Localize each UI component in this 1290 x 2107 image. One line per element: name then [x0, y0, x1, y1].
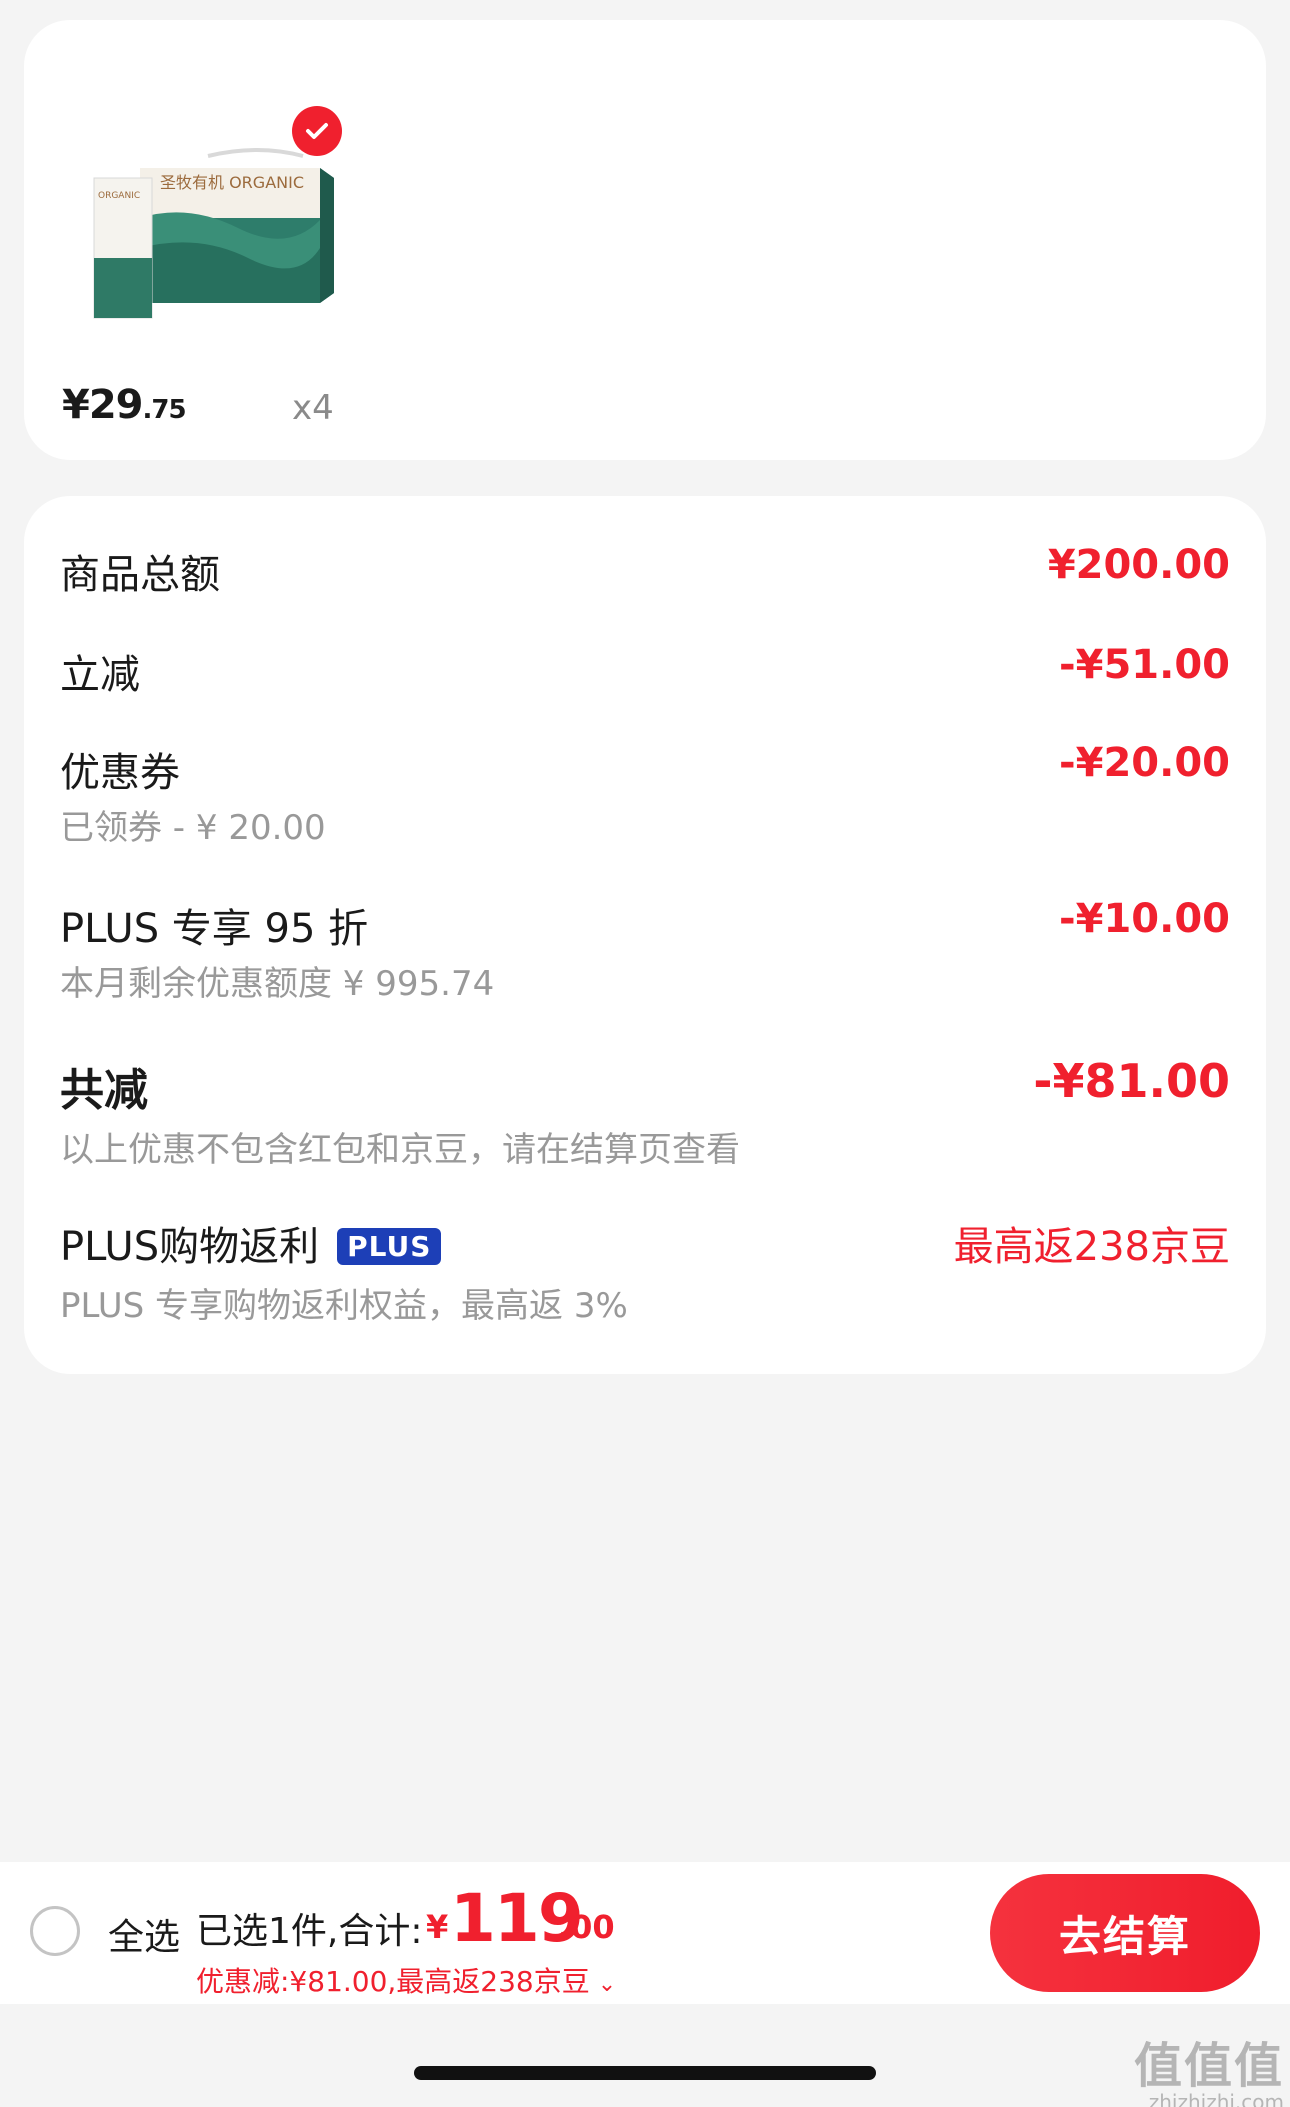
total-reduction-row: 共减 以上优惠不包含红包和京豆，请在结算页查看 -¥81.00: [60, 1054, 1230, 1174]
chevron-down-icon[interactable]: ⌄: [598, 1972, 616, 1997]
selected-summary: 已选1件,合计:: [196, 1911, 423, 1952]
total-reduction-sub: 以上优惠不包含红包和京豆，请在结算页查看: [60, 1130, 740, 1170]
watermark-site: zhizhizhi.com: [1148, 2090, 1284, 2107]
coupon-label: 优惠券: [60, 750, 180, 796]
instant-reduction-amount: -¥51.00: [1059, 642, 1230, 688]
plus-discount-sub: 本月剩余优惠额度 ¥ 995.74: [60, 964, 495, 1004]
plus-rebate-label: PLUS购物返利 PLUS: [60, 1214, 442, 1272]
product-card[interactable]: 圣牧有机 ORGANIC ORGANIC ¥29.75 x4: [24, 20, 1266, 460]
svg-text:圣牧有机 ORGANIC: 圣牧有机 ORGANIC: [160, 173, 304, 192]
total-reduction-label: 共减: [60, 1065, 148, 1116]
plus-rebate-row[interactable]: PLUS购物返利 PLUS PLUS 专享购物返利权益，最高返 3% 最高返238…: [60, 1214, 1230, 1326]
watermark-logo: 值值值: [1133, 2038, 1284, 2094]
total-currency: ¥: [426, 1908, 449, 1946]
product-check-icon[interactable]: [292, 106, 342, 156]
total-reduction-amount: -¥81.00: [1033, 1054, 1230, 1108]
select-all-radio[interactable]: [30, 1906, 80, 1956]
plus-discount-label: PLUS 专享 95 折: [60, 906, 369, 952]
goods-total-label: 商品总额: [60, 552, 220, 598]
product-price: ¥29.75: [62, 382, 187, 428]
checkout-bar: 全选 已选1件,合计: ¥ 119 .00 优惠减:¥81.00,最高返238京…: [0, 1862, 1290, 2004]
coupon-amount: -¥20.00: [1059, 740, 1230, 786]
discount-detail-toggle[interactable]: 优惠减:¥81.00,最高返238京豆 ⌄: [196, 1960, 616, 2000]
price-main: ¥29: [62, 382, 143, 428]
product-image[interactable]: 圣牧有机 ORGANIC ORGANIC: [88, 148, 348, 320]
price-cents: .75: [142, 395, 187, 425]
plus-rebate-amount: 最高返238京豆: [953, 1224, 1230, 1270]
price-summary-card: 商品总额 ¥200.00 立减 -¥51.00 优惠券 已领券 - ¥ 20.0…: [24, 496, 1266, 1374]
coupon-row[interactable]: 优惠券 已领券 - ¥ 20.00 -¥20.00: [60, 740, 1230, 850]
cart-page: 圣牧有机 ORGANIC ORGANIC ¥29.75 x4 商品总额 ¥200…: [0, 0, 1290, 2107]
product-quantity[interactable]: x4: [292, 388, 334, 428]
watermark: 值值值 zhizhizhi.com: [1134, 2026, 1284, 2107]
instant-reduction-row: 立减 -¥51.00: [60, 642, 1230, 702]
plus-discount-amount: -¥10.00: [1059, 896, 1230, 942]
coupon-sub: 已领券 - ¥ 20.00: [60, 808, 326, 848]
select-all-label[interactable]: 全选: [108, 1908, 180, 1960]
checkout-button[interactable]: 去结算: [990, 1874, 1260, 1992]
plus-badge: PLUS: [337, 1228, 442, 1265]
goods-total-amount: ¥200.00: [1047, 542, 1230, 588]
total-decimal: .00: [558, 1908, 615, 1946]
plus-rebate-title: PLUS购物返利: [60, 1224, 320, 1270]
goods-total-row: 商品总额 ¥200.00: [60, 542, 1230, 602]
svg-text:ORGANIC: ORGANIC: [98, 191, 140, 201]
plus-discount-row[interactable]: PLUS 专享 95 折 本月剩余优惠额度 ¥ 995.74 -¥10.00: [60, 896, 1230, 1006]
instant-reduction-label: 立减: [60, 652, 140, 698]
discount-detail-text: 优惠减:¥81.00,最高返238京豆: [196, 1965, 590, 1998]
home-indicator[interactable]: [414, 2066, 876, 2080]
plus-rebate-sub: PLUS 专享购物返利权益，最高返 3%: [60, 1286, 628, 1326]
